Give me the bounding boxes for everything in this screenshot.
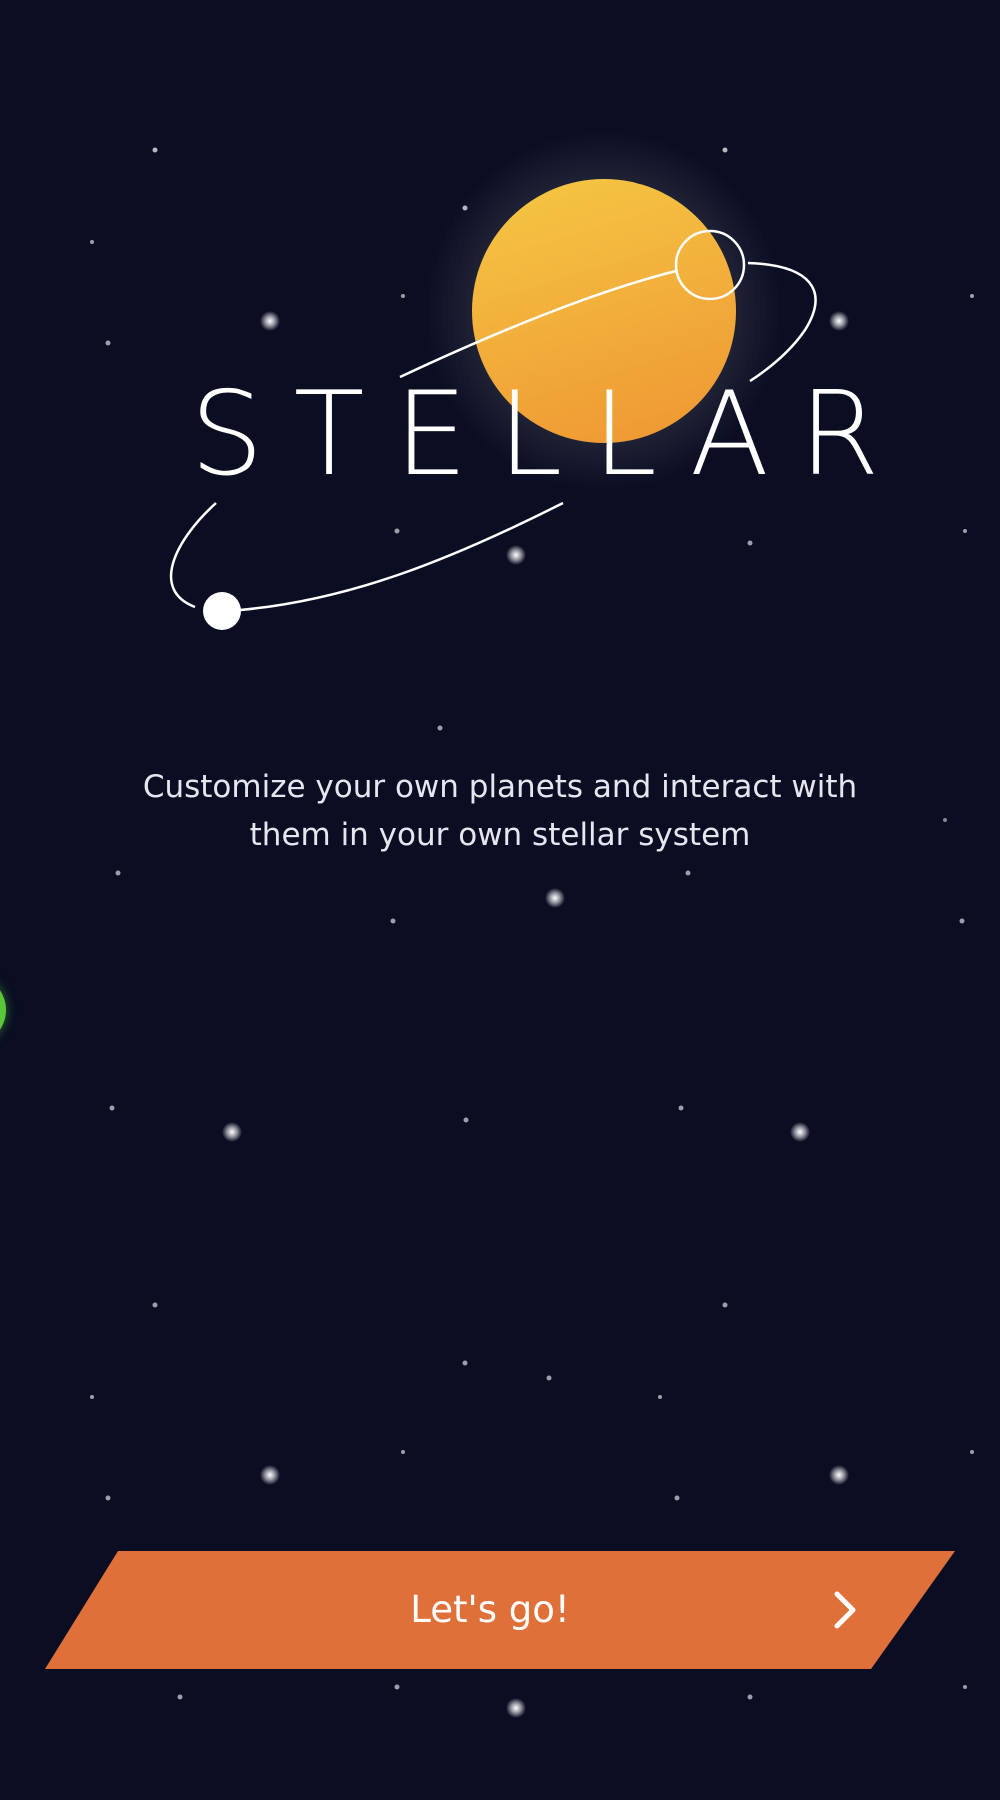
chevron-right-icon xyxy=(834,1591,856,1629)
orbit-line xyxy=(169,502,217,609)
lets-go-label: Let's go! xyxy=(410,1588,570,1631)
orbit-planet-dot-icon xyxy=(203,592,241,630)
app-logo-text: STELLAR xyxy=(190,367,910,502)
orbit-line xyxy=(239,501,564,612)
app-tagline: Customize your own planets and interact … xyxy=(142,769,858,853)
lets-go-button[interactable]: Let's go! xyxy=(45,1551,955,1669)
logo-illustration xyxy=(169,131,817,630)
onboarding-screen: STELLAR Customize your own planets and i… xyxy=(0,0,1000,1800)
